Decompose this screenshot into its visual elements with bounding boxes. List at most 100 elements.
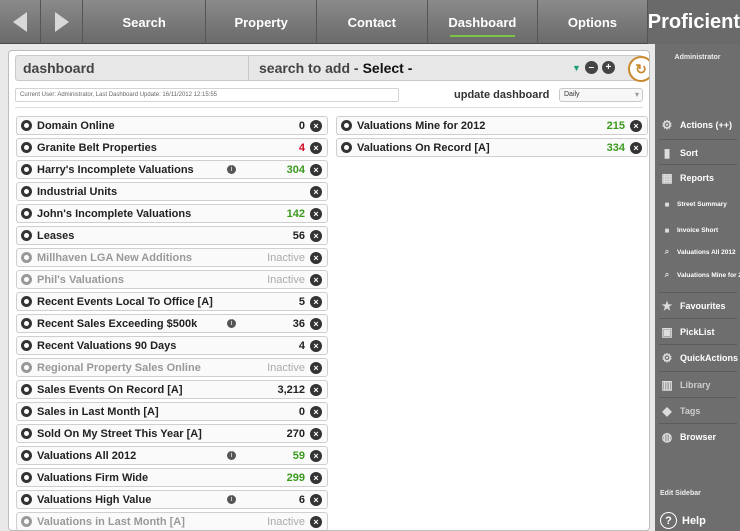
close-icon[interactable]: × (310, 164, 322, 176)
widget-toggle-icon[interactable] (21, 208, 32, 219)
widget-toggle-icon[interactable] (21, 472, 32, 483)
back-arrow-button[interactable] (0, 0, 42, 44)
close-icon[interactable]: × (310, 340, 322, 352)
dropdown-arrow-icon[interactable]: ▼ (572, 63, 581, 73)
widget-row-recent-events-local-to-office-a[interactable]: Recent Events Local To Office [A] 5 × (16, 292, 328, 311)
close-icon[interactable]: × (310, 230, 322, 242)
forward-arrow-button[interactable] (41, 0, 83, 44)
widget-row-valuations-firm-wide[interactable]: Valuations Firm Wide 299 × (16, 468, 328, 487)
widget-toggle-icon[interactable] (21, 340, 32, 351)
sidebar-item-actions[interactable]: ⚙ Actions (++) (655, 114, 740, 136)
widget-row-harry-s-incomplete-valuations[interactable]: Harry's Incomplete Valuations i 304 × (16, 160, 328, 179)
widget-toggle-icon[interactable] (21, 186, 32, 197)
widget-toggle-icon[interactable] (21, 428, 32, 439)
widget-row-sales-in-last-month-a[interactable]: Sales in Last Month [A] 0 × (16, 402, 328, 421)
widget-toggle-icon[interactable] (21, 142, 32, 153)
refresh-icon[interactable]: ↻ (628, 56, 649, 82)
sidebar-item-picklist[interactable]: ▣ PickList (655, 321, 740, 343)
help-button[interactable]: ? Help (660, 512, 706, 529)
widget-toggle-icon[interactable] (21, 296, 32, 307)
widget-row-regional-property-sales-online[interactable]: Regional Property Sales Online Inactive × (16, 358, 328, 377)
search-add-label: search to add - (259, 60, 359, 76)
header-actions: ▼ – + (572, 61, 615, 74)
sidebar-item-reports[interactable]: ▦ Reports (655, 167, 740, 189)
widget-row-valuations-in-last-month-a[interactable]: Valuations in Last Month [A] Inactive × (16, 512, 328, 530)
sidebar-item-library[interactable]: ▥ Library (655, 374, 740, 396)
widget-row-phil-s-valuations[interactable]: Phil's Valuations Inactive × (16, 270, 328, 289)
widget-toggle-icon[interactable] (21, 384, 32, 395)
sidebar-item-browser[interactable]: ◍ Browser (655, 426, 740, 448)
widget-toggle-icon[interactable] (21, 516, 32, 527)
tab-property[interactable]: Property (206, 0, 317, 44)
remove-circle-icon[interactable]: – (584, 61, 598, 74)
tab-search[interactable]: Search (83, 0, 207, 44)
close-icon[interactable]: × (310, 494, 322, 506)
sidebar-item-label: Sort (680, 148, 698, 158)
close-icon[interactable]: × (310, 384, 322, 396)
widget-row-sold-on-my-street-this-year-a[interactable]: Sold On My Street This Year [A] 270 × (16, 424, 328, 443)
widget-toggle-icon[interactable] (21, 450, 32, 461)
info-icon[interactable]: i (227, 165, 236, 174)
widget-row-recent-sales-exceeding-500k[interactable]: Recent Sales Exceeding $500k i 36 × (16, 314, 328, 333)
sidebar-item-favourites[interactable]: ★ Favourites (655, 295, 740, 317)
info-icon[interactable]: i (227, 451, 236, 460)
widget-toggle-icon[interactable] (21, 120, 32, 131)
update-frequency-select[interactable]: Daily (559, 88, 643, 102)
widget-row-domain-online[interactable]: Domain Online 0 × (16, 116, 328, 135)
sidebar-item-tags[interactable]: ◆ Tags (655, 400, 740, 422)
tab-dashboard[interactable]: Dashboard (428, 0, 539, 44)
widget-toggle-icon[interactable] (21, 252, 32, 263)
widget-row-valuations-all-2012[interactable]: Valuations All 2012 i 59 × (16, 446, 328, 465)
widget-row-millhaven-lga-new-additions[interactable]: Millhaven LGA New Additions Inactive × (16, 248, 328, 267)
widget-toggle-icon[interactable] (21, 164, 32, 175)
close-icon[interactable]: × (310, 186, 322, 198)
close-icon[interactable]: × (630, 142, 642, 154)
close-icon[interactable]: × (310, 208, 322, 220)
widget-row-granite-belt-properties[interactable]: Granite Belt Properties 4 × (16, 138, 328, 157)
close-icon[interactable]: × (310, 252, 322, 264)
close-icon[interactable]: × (310, 296, 322, 308)
widget-row-john-s-incomplete-valuations[interactable]: John's Incomplete Valuations 142 × (16, 204, 328, 223)
close-icon[interactable]: × (310, 318, 322, 330)
add-circle-icon[interactable]: + (601, 61, 615, 74)
widget-row-valuations-mine-for-2012[interactable]: Valuations Mine for 2012 215 × (336, 116, 648, 135)
tag-icon: ◆ (662, 404, 672, 418)
sidebar-item-invoice-short[interactable]: ■ Invoice Short (655, 220, 740, 240)
close-icon[interactable]: × (310, 428, 322, 440)
close-icon[interactable]: × (310, 472, 322, 484)
sidebar-item-valuations-mine-for-2012[interactable]: ⌕ Valuations Mine for 2012 (655, 265, 740, 285)
info-icon[interactable]: i (227, 319, 236, 328)
sidebar-item-quickactions[interactable]: ⚙ QuickActions (655, 347, 740, 369)
close-icon[interactable]: × (310, 120, 322, 132)
info-icon[interactable]: i (227, 495, 236, 504)
widget-toggle-icon[interactable] (21, 230, 32, 241)
edit-sidebar-link[interactable]: Edit Sidebar (660, 490, 701, 497)
sidebar-item-sort[interactable]: ▮ Sort (655, 142, 740, 164)
widget-row-sales-events-on-record-a[interactable]: Sales Events On Record [A] 3,212 × (16, 380, 328, 399)
widget-toggle-icon[interactable] (21, 274, 32, 285)
close-icon[interactable]: × (310, 274, 322, 286)
widget-toggle-icon[interactable] (341, 120, 352, 131)
close-icon[interactable]: × (310, 142, 322, 154)
tab-contact[interactable]: Contact (317, 0, 428, 44)
widget-row-recent-valuations-90-days[interactable]: Recent Valuations 90 Days 4 × (16, 336, 328, 355)
sidebar-item-street-summary[interactable]: ■ Street Summary (655, 194, 740, 214)
close-icon[interactable]: × (310, 516, 322, 528)
widget-toggle-icon[interactable] (21, 494, 32, 505)
widget-row-leases[interactable]: Leases 56 × (16, 226, 328, 245)
close-icon[interactable]: × (310, 450, 322, 462)
search-to-add-select[interactable]: search to add - Select - (248, 56, 558, 80)
widget-toggle-icon[interactable] (341, 142, 352, 153)
widget-row-valuations-high-value[interactable]: Valuations High Value i 6 × (16, 490, 328, 509)
widget-toggle-icon[interactable] (21, 406, 32, 417)
sidebar-item-valuations-all-2012[interactable]: ⌕ Valuations All 2012 (655, 242, 740, 262)
close-icon[interactable]: × (630, 120, 642, 132)
close-icon[interactable]: × (310, 406, 322, 418)
widget-row-valuations-on-record-a[interactable]: Valuations On Record [A] 334 × (336, 138, 648, 157)
books-icon: ▥ (661, 378, 673, 392)
widget-row-industrial-units[interactable]: Industrial Units × (16, 182, 328, 201)
widget-toggle-icon[interactable] (21, 318, 32, 329)
close-icon[interactable]: × (310, 362, 322, 374)
tab-options[interactable]: Options (538, 0, 648, 44)
widget-toggle-icon[interactable] (21, 362, 32, 373)
